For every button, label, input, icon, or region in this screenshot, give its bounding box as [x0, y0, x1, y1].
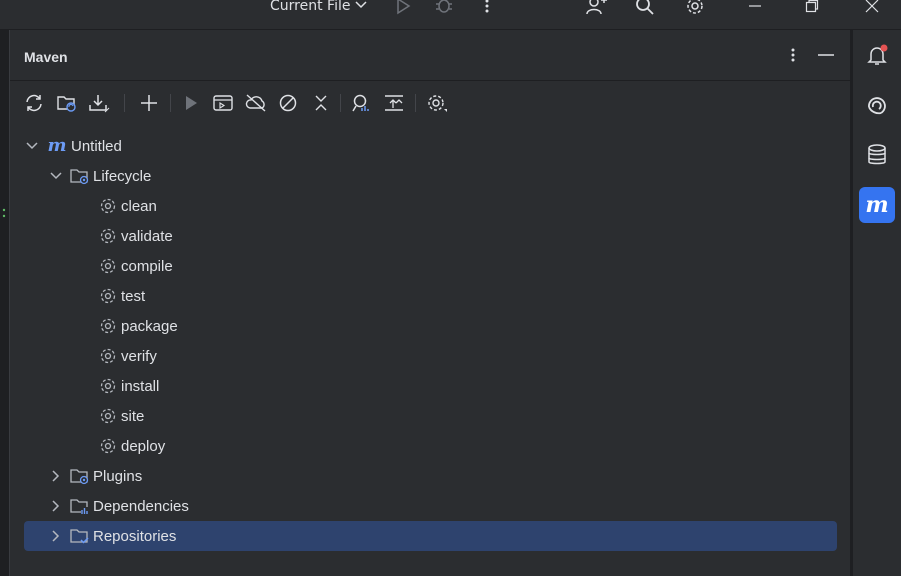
- settings-gear-icon[interactable]: [684, 0, 706, 16]
- lifecycle-goal-deploy[interactable]: deploy: [98, 431, 165, 461]
- gear-icon: [98, 376, 118, 396]
- maven-icon[interactable]: m: [859, 187, 895, 223]
- database-icon[interactable]: [859, 137, 895, 173]
- tree-node-label: Plugins: [93, 467, 143, 485]
- tree-node-lifecycle[interactable]: Lifecycle: [48, 161, 151, 191]
- lifecycle-goal-clean[interactable]: clean: [98, 191, 157, 221]
- debug-icon[interactable]: [433, 0, 455, 16]
- show-basic-phases-icon[interactable]: [382, 90, 406, 116]
- tree-node-repositories[interactable]: Repositories: [24, 521, 837, 551]
- dependencies-folder-icon: [70, 496, 90, 516]
- maven-tool-window: Maven m Untitled Lifecycle clean validat…: [9, 30, 852, 576]
- repositories-folder-icon: [70, 526, 90, 546]
- reload-projects-icon[interactable]: [22, 90, 46, 116]
- run-config-selector[interactable]: Current File: [270, 0, 368, 14]
- toolbar-separator: [170, 94, 171, 112]
- toolbar-separator: [124, 94, 125, 112]
- download-sources-icon[interactable]: [87, 90, 111, 116]
- tree-node-plugins[interactable]: Plugins: [48, 461, 142, 491]
- gear-icon: [98, 226, 118, 246]
- maven-project-icon: m: [47, 135, 67, 156]
- hide-panel-icon[interactable]: [815, 44, 837, 66]
- panel-title: Maven: [24, 49, 68, 65]
- gear-icon: [98, 436, 118, 456]
- tree-node-root[interactable]: m Untitled: [24, 131, 122, 161]
- chevron-right-icon[interactable]: [48, 528, 64, 544]
- generate-sources-icon[interactable]: [55, 90, 79, 116]
- minimize-window-icon[interactable]: [744, 0, 766, 16]
- lifecycle-goal-package[interactable]: package: [98, 311, 178, 341]
- close-window-icon[interactable]: [861, 0, 883, 16]
- panel-options-icon[interactable]: [782, 44, 804, 66]
- tree-node-label: Lifecycle: [93, 167, 152, 185]
- chevron-down-icon[interactable]: [48, 168, 64, 184]
- toolbar-separator: [340, 94, 341, 112]
- goal-label: compile: [121, 257, 173, 275]
- goal-label: site: [121, 407, 145, 425]
- gear-icon: [98, 346, 118, 366]
- run-icon[interactable]: [392, 0, 414, 16]
- skip-tests-icon[interactable]: [276, 90, 300, 116]
- gear-icon: [98, 406, 118, 426]
- goal-label: package: [121, 317, 178, 335]
- plugins-folder-icon: [70, 466, 90, 486]
- lifecycle-goal-test[interactable]: test: [98, 281, 145, 311]
- tree-node-label: Repositories: [93, 527, 177, 545]
- chevron-right-icon[interactable]: [48, 498, 64, 514]
- panel-divider: [10, 80, 852, 81]
- more-actions-icon[interactable]: [476, 0, 498, 16]
- goal-label: verify: [121, 347, 157, 365]
- execute-goal-icon[interactable]: [211, 90, 235, 116]
- chevron-down-icon: [354, 0, 368, 14]
- lifecycle-folder-icon: [70, 166, 90, 186]
- run-config-label: Current File: [270, 0, 351, 14]
- tree-node-label: Untitled: [71, 137, 122, 155]
- lifecycle-goal-compile[interactable]: compile: [98, 251, 173, 281]
- right-tool-strip: m: [852, 30, 901, 576]
- goal-label: clean: [121, 197, 157, 215]
- chevron-right-icon[interactable]: [48, 468, 64, 484]
- lifecycle-goal-install[interactable]: install: [98, 371, 159, 401]
- title-bar: Current File: [0, 0, 901, 30]
- lifecycle-goal-validate[interactable]: validate: [98, 221, 173, 251]
- lifecycle-goal-site[interactable]: site: [98, 401, 144, 431]
- build-tool-settings-icon[interactable]: [425, 90, 449, 116]
- tree-node-label: Dependencies: [93, 497, 189, 515]
- restore-window-icon[interactable]: [801, 0, 823, 16]
- add-user-icon[interactable]: [585, 0, 607, 16]
- search-icon[interactable]: [634, 0, 656, 16]
- gear-icon: [98, 316, 118, 336]
- toggle-offline-mode-icon[interactable]: [244, 90, 268, 116]
- analyze-dependencies-icon[interactable]: [348, 90, 372, 116]
- goal-label: install: [121, 377, 160, 395]
- goal-label: validate: [121, 227, 173, 245]
- add-maven-project-icon[interactable]: [137, 90, 161, 116]
- toolbar-separator: [415, 94, 416, 112]
- ai-assistant-icon[interactable]: [859, 87, 895, 123]
- gear-icon: [98, 286, 118, 306]
- lifecycle-goal-verify[interactable]: verify: [98, 341, 157, 371]
- goal-label: deploy: [121, 437, 166, 455]
- gear-icon: [98, 256, 118, 276]
- collapse-all-icon[interactable]: [309, 90, 333, 116]
- run-maven-build-icon[interactable]: [179, 90, 203, 116]
- chevron-down-icon[interactable]: [24, 138, 40, 154]
- gutter-marker-icon: [2, 204, 6, 218]
- notifications-icon[interactable]: [859, 37, 895, 73]
- tree-node-dependencies[interactable]: Dependencies: [48, 491, 189, 521]
- editor-edge: [0, 30, 9, 576]
- goal-label: test: [121, 287, 146, 305]
- gear-icon: [98, 196, 118, 216]
